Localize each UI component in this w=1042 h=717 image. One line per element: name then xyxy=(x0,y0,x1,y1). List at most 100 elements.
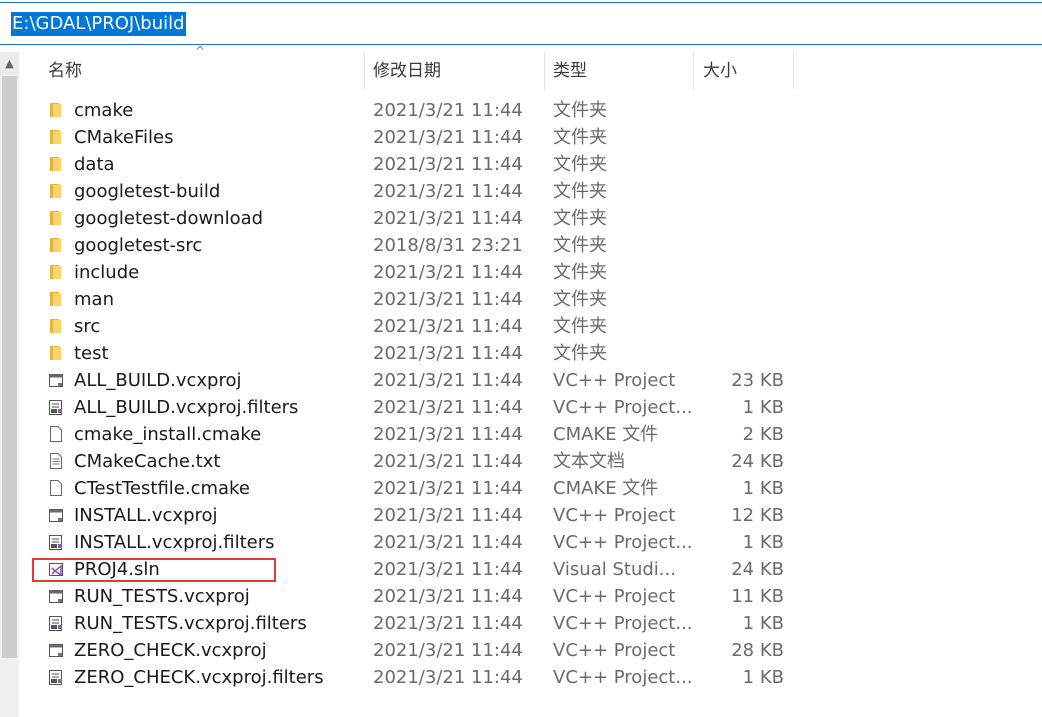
folder-icon xyxy=(48,101,64,119)
file-name: INSTALL.vcxproj xyxy=(74,505,218,526)
file-type: VC++ Project xyxy=(553,586,676,607)
file-row[interactable]: ALL_BUILD.vcxproj 2021/3/21 11:44 VC++ Pro… xyxy=(0,367,1042,394)
file-date: 2021/3/21 11:44 xyxy=(373,478,523,499)
column-size[interactable]: 大小 xyxy=(703,52,737,90)
filters-icon xyxy=(48,398,64,416)
column-type[interactable]: 类型 xyxy=(553,52,587,90)
file-size: 2 KB xyxy=(742,424,784,445)
file-date: 2021/3/21 11:44 xyxy=(373,559,523,580)
file-date: 2021/3/21 11:44 xyxy=(373,127,523,148)
file-name: ALL_BUILD.vcxproj.filters xyxy=(74,397,299,418)
folder-icon xyxy=(48,128,64,146)
file-row[interactable]: RUN_TESTS.vcxproj.filters 2021/3/21 11:44… xyxy=(0,610,1042,637)
file-date: 2021/3/21 11:44 xyxy=(373,343,523,364)
blank-file-icon xyxy=(48,479,64,497)
file-row[interactable]: ALL_BUILD.vcxproj.filters 2021/3/21 11:44… xyxy=(0,394,1042,421)
file-name: cmake_install.cmake xyxy=(74,424,262,445)
file-type: VC++ Project... xyxy=(553,397,693,418)
filters-icon xyxy=(48,668,64,686)
scroll-up-arrow-icon[interactable]: ▲ xyxy=(0,52,19,74)
file-row[interactable]: ZERO_CHECK.vcxproj 2021/3/21 11:44 VC++ Pr… xyxy=(0,637,1042,664)
file-name: ZERO_CHECK.vcxproj.filters xyxy=(74,667,324,688)
file-type: VC++ Project xyxy=(553,640,676,661)
file-name: src xyxy=(74,316,101,337)
file-row[interactable]: cmake 2021/3/21 11:44 文件夹 xyxy=(0,97,1042,124)
file-type: 文件夹 xyxy=(553,100,607,121)
address-bar[interactable]: E:\GDAL\PROJ\build xyxy=(0,2,1042,45)
file-type: 文件夹 xyxy=(553,208,607,229)
file-row[interactable]: ZERO_CHECK.vcxproj.filters 2021/3/21 11:4… xyxy=(0,664,1042,691)
folder-icon xyxy=(48,263,64,281)
file-name: ZERO_CHECK.vcxproj xyxy=(74,640,267,661)
column-divider[interactable] xyxy=(793,52,794,90)
file-name: CTestTestfile.cmake xyxy=(74,478,250,499)
file-name: data xyxy=(74,154,115,175)
annotation-highlight-box xyxy=(32,558,276,582)
vcxproj-icon xyxy=(48,641,64,659)
sort-up-icon: ^ xyxy=(195,44,206,58)
address-path[interactable]: E:\GDAL\PROJ\build xyxy=(11,12,186,36)
folder-icon xyxy=(48,182,64,200)
file-size: 1 KB xyxy=(742,667,784,688)
file-row[interactable]: RUN_TESTS.vcxproj 2021/3/21 11:44 VC++ Pro… xyxy=(0,583,1042,610)
file-size: 28 KB xyxy=(731,640,784,661)
file-date: 2021/3/21 11:44 xyxy=(373,640,523,661)
file-row[interactable]: data 2021/3/21 11:44 文件夹 xyxy=(0,151,1042,178)
column-name[interactable]: 名称 xyxy=(48,52,82,90)
file-row[interactable]: googletest-download 2021/3/21 11:44 文件夹 xyxy=(0,205,1042,232)
file-size: 1 KB xyxy=(742,613,784,634)
file-type: 文件夹 xyxy=(553,235,607,256)
file-date: 2021/3/21 11:44 xyxy=(373,262,523,283)
folder-icon xyxy=(48,236,64,254)
file-type: CMAKE 文件 xyxy=(553,478,659,499)
folder-icon xyxy=(48,317,64,335)
file-size: 11 KB xyxy=(731,586,784,607)
file-type: VC++ Project xyxy=(553,505,676,526)
file-row[interactable]: CMakeFiles 2021/3/21 11:44 文件夹 xyxy=(0,124,1042,151)
column-header: ^ 名称 修改日期 类型 大小 xyxy=(19,44,1042,90)
file-size: 24 KB xyxy=(731,559,784,580)
vcxproj-icon xyxy=(48,371,64,389)
file-name: cmake xyxy=(74,100,134,121)
file-row[interactable]: src 2021/3/21 11:44 文件夹 xyxy=(0,313,1042,340)
file-row[interactable]: INSTALL.vcxproj 2021/3/21 11:44 VC++ Proje… xyxy=(0,502,1042,529)
file-row[interactable]: include 2021/3/21 11:44 文件夹 xyxy=(0,259,1042,286)
file-name: man xyxy=(74,289,114,310)
filters-icon xyxy=(48,533,64,551)
file-size: 1 KB xyxy=(742,397,784,418)
file-row[interactable]: googletest-src 2018/8/31 23:21 文件夹 xyxy=(0,232,1042,259)
file-row[interactable]: INSTALL.vcxproj.filters 2021/3/21 11:44 VC… xyxy=(0,529,1042,556)
file-row[interactable]: man 2021/3/21 11:44 文件夹 xyxy=(0,286,1042,313)
file-row[interactable]: test 2021/3/21 11:44 文件夹 xyxy=(0,340,1042,367)
file-name: RUN_TESTS.vcxproj.filters xyxy=(74,613,307,634)
file-date: 2021/3/21 11:44 xyxy=(373,505,523,526)
file-type: VC++ Project... xyxy=(553,613,693,634)
vcxproj-icon xyxy=(48,506,64,524)
file-name: googletest-src xyxy=(74,235,203,256)
file-type: CMAKE 文件 xyxy=(553,424,659,445)
column-divider[interactable] xyxy=(693,52,694,90)
file-name: INSTALL.vcxproj.filters xyxy=(74,532,275,553)
file-date: 2021/3/21 11:44 xyxy=(373,208,523,229)
folder-icon xyxy=(48,290,64,308)
column-divider[interactable] xyxy=(544,52,545,90)
filters-icon xyxy=(48,614,64,632)
file-name: RUN_TESTS.vcxproj xyxy=(74,586,250,607)
column-date[interactable]: 修改日期 xyxy=(373,52,441,90)
file-type: 文件夹 xyxy=(553,289,607,310)
file-date: 2021/3/21 11:44 xyxy=(373,370,523,391)
file-type: VC++ Project... xyxy=(553,532,693,553)
file-date: 2021/3/21 11:44 xyxy=(373,424,523,445)
folder-icon xyxy=(48,209,64,227)
column-divider[interactable] xyxy=(364,52,365,90)
file-date: 2021/3/21 11:44 xyxy=(373,289,523,310)
file-row[interactable]: cmake_install.cmake 2021/3/21 11:44 CMAKE … xyxy=(0,421,1042,448)
file-type: 文件夹 xyxy=(553,154,607,175)
file-row[interactable]: googletest-build 2021/3/21 11:44 文件夹 xyxy=(0,178,1042,205)
file-row[interactable]: CTestTestfile.cmake 2021/3/21 11:44 CMAKE … xyxy=(0,475,1042,502)
file-size: 1 KB xyxy=(742,478,784,499)
file-type: VC++ Project... xyxy=(553,667,693,688)
file-type: 文本文档 xyxy=(553,451,625,472)
file-date: 2021/3/21 11:44 xyxy=(373,181,523,202)
file-row[interactable]: CMakeCache.txt 2021/3/21 11:44 文本文档 24 KB xyxy=(0,448,1042,475)
